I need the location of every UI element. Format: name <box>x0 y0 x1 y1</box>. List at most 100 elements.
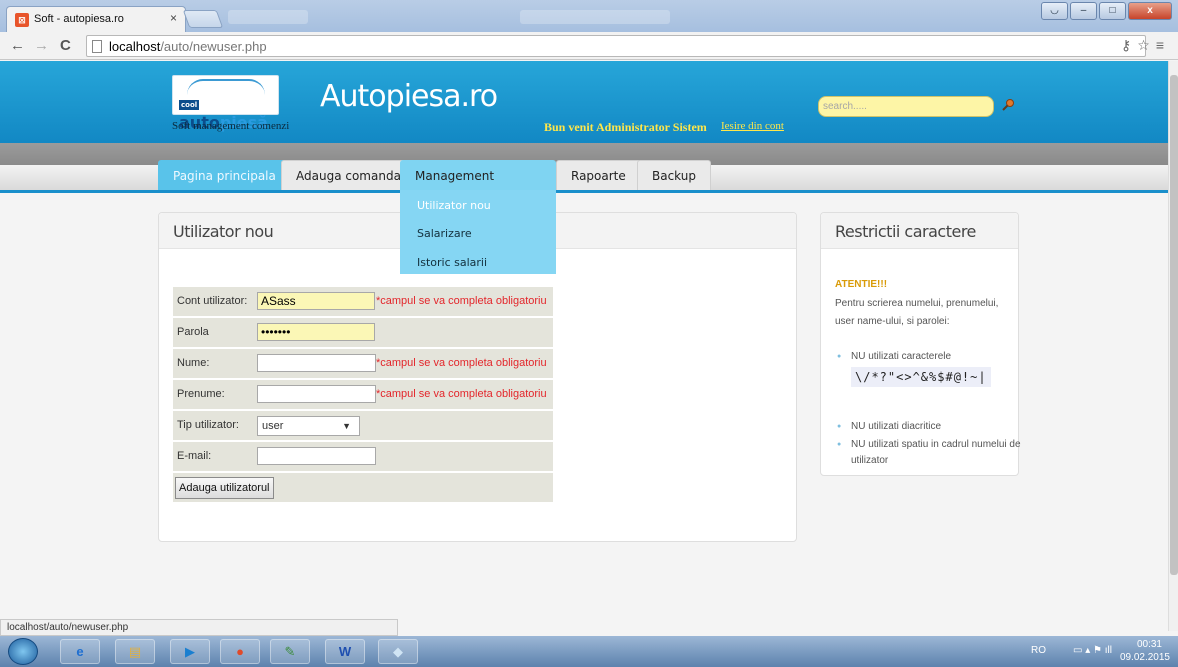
window-controls: ◡ – □ x <box>1041 2 1172 20</box>
new-tab-button[interactable] <box>182 10 224 28</box>
list-item: NU utilizati caracterele \/*?"<>^&%$#@!~| <box>835 349 1025 387</box>
browser-tab[interactable]: ⊠ Soft - autopiesa.ro × <box>6 6 186 32</box>
browser-tools: ⚷☆≡ <box>1121 37 1170 54</box>
menu-item-reports[interactable]: Rapoarte <box>556 160 641 190</box>
star-icon[interactable]: ☆ <box>1137 37 1156 53</box>
menu-item-user-management[interactable]: Management utilizatori▼ <box>400 160 556 213</box>
user-type-label: Tip utilizator: <box>177 419 239 431</box>
tab-title: Soft - autopiesa.ro <box>34 13 124 25</box>
windows-taskbar: e ▤ ▶ ● ✎ W ◆ RO ▭ ▴ ⚑ ıll 00:31 09.02.2… <box>0 636 1178 667</box>
restrictions-list: NU utilizati spatiu in cadrul numelui de… <box>835 437 1025 469</box>
user-management-dropdown: Utilizator nou Salarizare Istoric salari… <box>400 190 556 274</box>
name-field[interactable] <box>257 354 376 372</box>
notepad-icon[interactable]: ✎ <box>270 639 310 664</box>
address-bar: ← → C localhost/auto/newuser.php ⚷☆≡ <box>0 32 1178 60</box>
car-silhouette-icon <box>187 79 265 95</box>
user-icon[interactable]: ◡ <box>1041 2 1068 20</box>
form-row-password: Parola <box>173 318 553 348</box>
form-row-user-type: Tip utilizator: user ▼ <box>173 411 553 441</box>
dropdown-item-salary-history[interactable]: Istoric salarii <box>417 256 487 269</box>
status-bar-url: localhost/auto/newuser.php <box>0 619 398 636</box>
email-label: E-mail: <box>177 450 212 462</box>
surname-label: Prenume: <box>177 388 225 400</box>
welcome-message: Bun venit Administrator Sistem <box>544 120 707 134</box>
site-logo[interactable]: coolautopiesă <box>172 75 279 132</box>
search-input[interactable] <box>818 96 994 117</box>
chrome-icon[interactable]: ● <box>220 639 260 664</box>
url-path: /auto/newuser.php <box>160 39 267 54</box>
page-title: Utilizator nou <box>173 222 274 241</box>
page-icon <box>92 40 102 53</box>
form-row-surname: Prenume: *campul se va completa obligato… <box>173 380 553 410</box>
required-note: *campul se va completa obligatoriu <box>376 388 547 400</box>
panel-header: Restrictii caractere <box>821 213 1018 249</box>
reload-icon[interactable]: C <box>60 37 71 54</box>
menu-icon[interactable]: ≡ <box>1156 37 1170 53</box>
minimize-button[interactable]: – <box>1070 2 1097 20</box>
start-button[interactable] <box>8 638 38 665</box>
form-row-name: Nume: *campul se va completa obligatoriu <box>173 349 553 379</box>
required-note: *campul se va completa obligatoriu <box>376 357 547 369</box>
language-indicator[interactable]: RO <box>1031 645 1046 656</box>
surname-field[interactable] <box>257 385 376 403</box>
list-item: NU utilizati diacritice <box>835 419 1025 435</box>
clock-time[interactable]: 00:31 <box>1137 639 1162 650</box>
logout-link[interactable]: Iesire din cont <box>721 120 784 132</box>
account-label: Cont utilizator: <box>177 295 248 307</box>
file-explorer-icon[interactable]: ▤ <box>115 639 155 664</box>
blurred-window-title <box>228 10 308 24</box>
dropdown-item-new-user[interactable]: Utilizator nou <box>417 199 491 212</box>
site-header: coolautopiesă Soft management comenzi Au… <box>0 61 1168 143</box>
restrictions-list: NU utilizati diacritice <box>835 419 1025 435</box>
site-favicon-icon: ⊠ <box>15 13 29 27</box>
key-icon[interactable]: ⚷ <box>1121 37 1137 53</box>
dropdown-item-salary[interactable]: Salarizare <box>417 227 472 240</box>
forbidden-chars: \/*?"<>^&%$#@!~| <box>851 367 991 387</box>
browser-titlebar: ⊠ Soft - autopiesa.ro × ◡ – □ x <box>0 0 1178 32</box>
url-text: localhost/auto/newuser.php <box>109 39 267 54</box>
tray-icons[interactable]: ▭ ▴ ⚑ ıll <box>1073 645 1112 656</box>
dropdown-arrow-icon: ▼ <box>342 421 351 431</box>
tab-close-icon[interactable]: × <box>170 11 177 25</box>
required-note: *campul se va completa obligatoriu <box>376 295 547 307</box>
restrictions-list: NU utilizati caracterele \/*?"<>^&%$#@!~| <box>835 349 1025 387</box>
password-field[interactable] <box>257 323 375 341</box>
logo-badge: cool <box>179 99 200 110</box>
blurred-window-title <box>520 10 670 24</box>
user-type-value: user <box>262 420 284 432</box>
form-row-account: Cont utilizator: *campul se va completa … <box>173 287 553 317</box>
media-player-icon[interactable]: ▶ <box>170 639 210 664</box>
list-item: NU utilizati spatiu in cadrul numelui de… <box>835 437 1025 469</box>
menu-item-home[interactable]: Pagina principala <box>158 160 291 190</box>
form-row-submit: Adauga utilizatorul <box>173 473 553 503</box>
clock-date[interactable]: 09.02.2015 <box>1120 652 1170 663</box>
restrictions-title: Restrictii caractere <box>835 222 976 241</box>
restrictions-intro: Pentru scrierea numelui, prenumelui, use… <box>835 298 999 327</box>
menu-item-backup[interactable]: Backup <box>637 160 711 190</box>
warning-heading: ATENTIE!!! <box>835 279 888 290</box>
forward-icon[interactable]: → <box>34 37 49 54</box>
add-user-button[interactable]: Adauga utilizatorul <box>175 477 274 499</box>
account-field[interactable] <box>257 292 375 310</box>
restrictions-panel: Restrictii caractere ATENTIE!!! Pentru s… <box>820 212 1021 476</box>
url-input[interactable]: localhost/auto/newuser.php <box>86 35 1146 57</box>
page-scrollbar[interactable] <box>1168 61 1178 631</box>
site-subtitle: Soft management comenzi <box>172 120 290 132</box>
name-label: Nume: <box>177 357 210 369</box>
form-row-email: E-mail: <box>173 442 553 472</box>
menu-item-add-order[interactable]: Adauga comanda <box>281 160 416 190</box>
internet-explorer-icon[interactable]: e <box>60 639 100 664</box>
email-field[interactable] <box>257 447 376 465</box>
password-label: Parola <box>177 326 209 338</box>
app-icon[interactable]: ◆ <box>378 639 418 664</box>
rule-text: NU utilizati caracterele <box>851 351 952 362</box>
user-type-select[interactable]: user ▼ <box>257 416 360 436</box>
close-window-button[interactable]: x <box>1128 2 1172 20</box>
back-icon[interactable]: ← <box>10 37 25 54</box>
word-icon[interactable]: W <box>325 639 365 664</box>
maximize-button[interactable]: □ <box>1099 2 1126 20</box>
search-icon[interactable] <box>1001 98 1015 112</box>
url-host: localhost <box>109 39 161 54</box>
scrollbar-thumb[interactable] <box>1170 75 1178 575</box>
site-title: Autopiesa.ro <box>320 79 498 114</box>
